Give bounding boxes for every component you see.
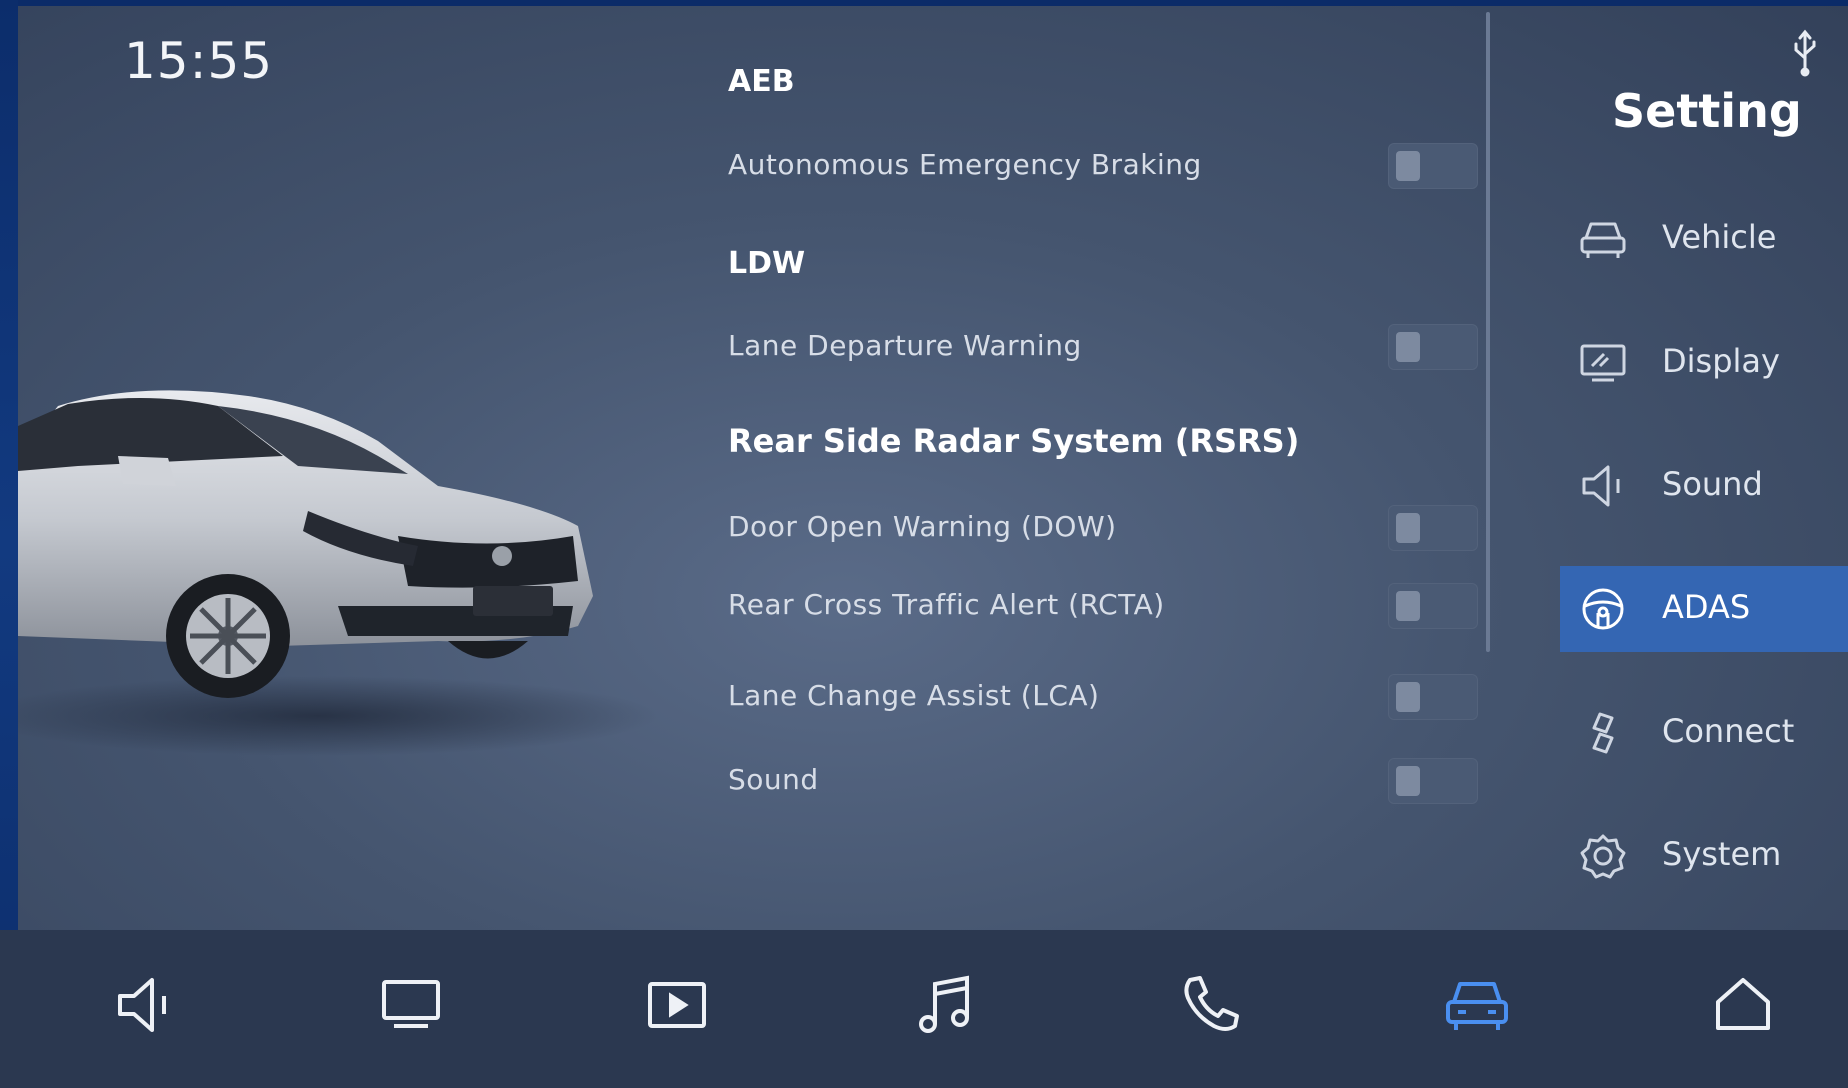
toggle-knob	[1396, 766, 1420, 796]
menu-item-label: ADAS	[1662, 588, 1751, 626]
toggle-knob	[1396, 682, 1420, 712]
menu-item-adas[interactable]: ADAS	[1560, 566, 1848, 652]
toggle-knob	[1396, 332, 1420, 362]
display-icon	[1580, 344, 1626, 382]
menu-item-label: Sound	[1662, 465, 1763, 503]
music-note-icon	[919, 975, 969, 1033]
menu-item-connect[interactable]: Connect	[1560, 690, 1848, 776]
bezel-left	[0, 0, 18, 1088]
menu-item-display[interactable]: Display	[1560, 320, 1848, 406]
gear-icon	[1580, 834, 1626, 879]
car-icon	[1580, 222, 1626, 258]
menu-item-label: System	[1662, 835, 1782, 873]
monitor-icon	[382, 980, 440, 1028]
home-icon	[1716, 978, 1770, 1030]
setting-label-ldw: Lane Departure Warning	[728, 329, 1082, 362]
dock-vehicle-button[interactable]	[1442, 970, 1512, 1040]
toggle-rcta[interactable]	[1388, 583, 1478, 629]
menu-item-label: Vehicle	[1662, 218, 1777, 256]
menu-item-sound[interactable]: Sound	[1560, 443, 1848, 529]
setting-label-lca: Lane Change Assist (LCA)	[728, 679, 1100, 712]
setting-label-aeb: Autonomous Emergency Braking	[728, 148, 1202, 181]
settings-menu-title: Setting	[1612, 84, 1802, 138]
steering-wheel-icon	[1582, 588, 1624, 630]
dock-sound-button[interactable]	[110, 970, 180, 1040]
toggle-knob	[1396, 151, 1420, 181]
section-title-rsrs: Rear Side Radar System (RSRS)	[728, 422, 1300, 460]
dock-home-button[interactable]	[1708, 970, 1778, 1040]
adas-settings-list: AEB Autonomous Emergency Braking LDW Lan…	[728, 6, 1488, 936]
section-title-ldw: LDW	[728, 246, 806, 281]
infotainment-screen: 15:55 AEB Autonomous Emergency Braking L…	[18, 6, 1848, 1088]
car-icon	[1446, 982, 1508, 1030]
speaker-icon	[118, 978, 166, 1032]
setting-label-rcta: Rear Cross Traffic Alert (RCTA)	[728, 588, 1165, 621]
phone-icon	[1184, 976, 1239, 1031]
bottom-dock	[0, 930, 1848, 1088]
clock: 15:55	[124, 32, 274, 90]
dock-phone-button[interactable]	[1176, 970, 1246, 1040]
menu-item-label: Connect	[1662, 712, 1795, 750]
toggle-knob	[1396, 513, 1420, 543]
section-title-aeb: AEB	[728, 64, 795, 99]
menu-item-label: Display	[1662, 342, 1780, 380]
menu-item-vehicle[interactable]: Vehicle	[1560, 196, 1848, 282]
speaker-icon	[1582, 465, 1620, 507]
scrollbar[interactable]	[1486, 12, 1490, 652]
toggle-sound[interactable]	[1388, 758, 1478, 804]
toggle-dow[interactable]	[1388, 505, 1478, 551]
toggle-aeb[interactable]	[1388, 143, 1478, 189]
usb-icon	[1794, 29, 1816, 77]
dock-video-button[interactable]	[642, 970, 712, 1040]
toggle-knob	[1396, 591, 1420, 621]
setting-label-sound: Sound	[728, 763, 819, 796]
car-illustration	[18, 390, 658, 756]
toggle-lca[interactable]	[1388, 674, 1478, 720]
menu-item-system[interactable]: System	[1560, 813, 1848, 899]
dock-display-button[interactable]	[376, 970, 446, 1040]
dock-music-button[interactable]	[910, 970, 980, 1040]
toggle-ldw[interactable]	[1388, 324, 1478, 370]
link-icon	[1592, 712, 1614, 754]
setting-label-dow: Door Open Warning (DOW)	[728, 510, 1117, 543]
video-play-icon	[648, 982, 706, 1028]
